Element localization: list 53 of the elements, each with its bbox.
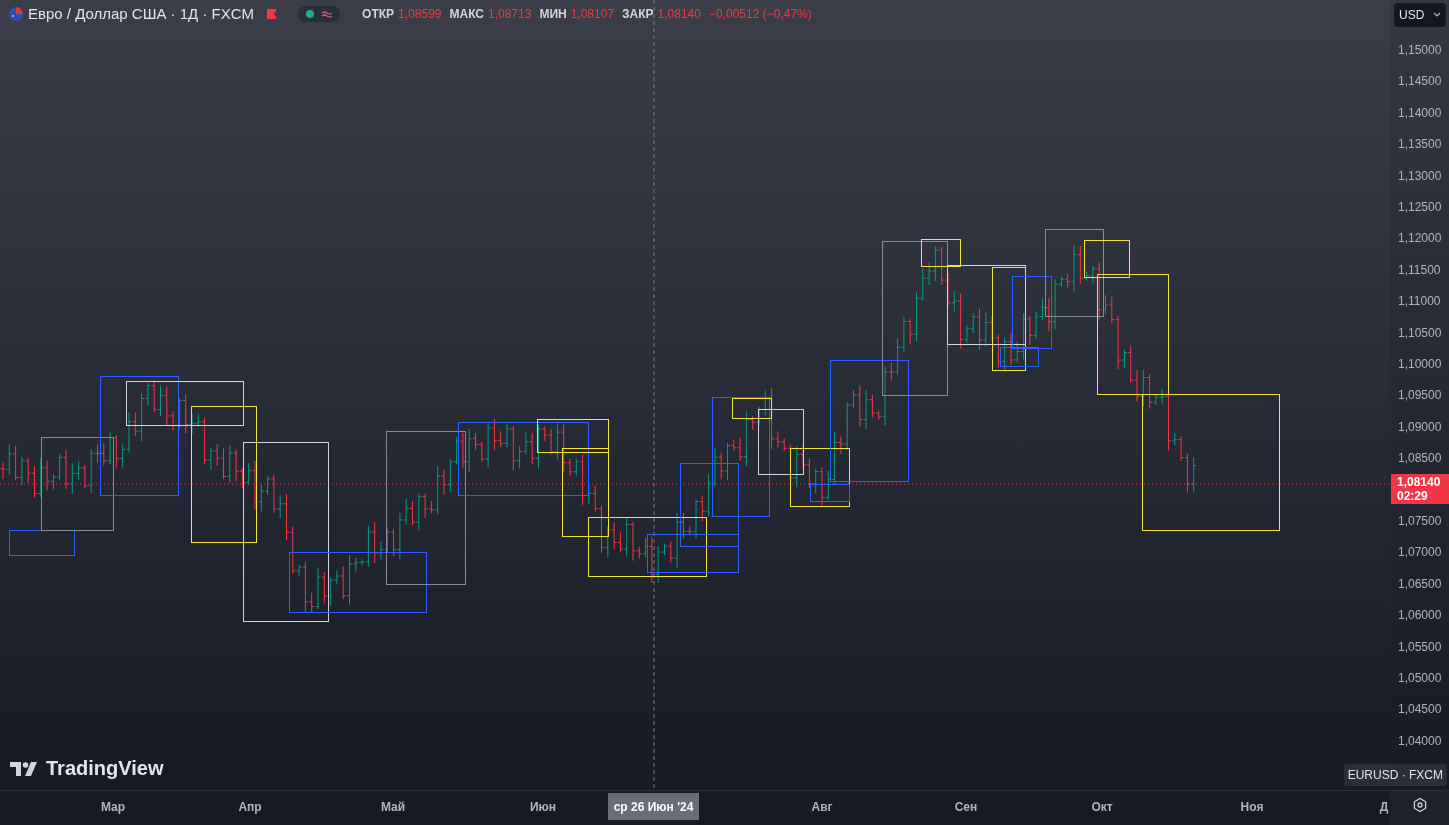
price-tick: 1,14000 <box>1398 105 1442 120</box>
wave-icon <box>321 8 334 19</box>
logo-icon <box>10 760 40 777</box>
price-tick: 1,08500 <box>1398 451 1442 466</box>
current-price: 1,08140 <box>1397 475 1442 489</box>
ohlc-label: МАКС <box>449 6 484 21</box>
ohlc-value: 1,08140 <box>657 6 701 21</box>
price-tick: 1,15000 <box>1398 43 1442 57</box>
price-tick: 1,05000 <box>1398 671 1442 685</box>
price-tick: 1,06000 <box>1398 608 1442 623</box>
logo-text: TradingView <box>46 757 164 780</box>
currency-dropdown[interactable]: USD <box>1394 3 1446 27</box>
ohlc-label: МИН <box>539 6 567 21</box>
time-label: Ноя <box>1240 800 1264 814</box>
time-label: Д <box>1379 800 1389 814</box>
crosshair-date-label: ср 26 Июн '24 <box>608 793 699 820</box>
settings-icon <box>1412 797 1428 813</box>
symbol-title[interactable]: Евро / Доллар США · 1Д · FXCM <box>28 5 255 22</box>
price-tick: 1,10500 <box>1398 325 1442 340</box>
price-tick: 1,07000 <box>1398 545 1442 560</box>
price-tick: 1,13500 <box>1398 137 1442 152</box>
price-tick: 1,04500 <box>1398 702 1442 717</box>
price-tick: 1,05500 <box>1398 639 1442 654</box>
price-tick: 1,11000 <box>1398 294 1441 309</box>
status-pill[interactable] <box>298 5 341 22</box>
time-label: Авг <box>811 800 833 814</box>
time-label: Окт <box>1091 800 1113 814</box>
time-label: Июн <box>529 800 557 814</box>
time-label: Май <box>380 800 406 814</box>
time-label: Апр <box>238 800 262 814</box>
price-tick: 1,04000 <box>1398 733 1442 748</box>
chevron-icon <box>1433 12 1441 18</box>
ohlc-value: 1,08713 <box>488 6 532 21</box>
price-tick: 1,07500 <box>1398 514 1442 528</box>
price-tick: 1,09500 <box>1398 388 1442 403</box>
price-tick: 1,12000 <box>1398 231 1442 246</box>
ohlc-value: 1,08107 <box>570 6 615 21</box>
price-tick: 1,12500 <box>1398 200 1442 214</box>
price-tick: 1,13000 <box>1398 168 1442 183</box>
status-dot-icon <box>305 8 316 19</box>
ohlc-label: ОТКР <box>362 6 395 21</box>
price-tick: 1,09000 <box>1398 419 1442 434</box>
price-tick: 1,06500 <box>1398 576 1442 591</box>
ohlc-label: ЗАКР <box>622 6 654 21</box>
price-tick: 1,10000 <box>1398 357 1442 371</box>
price-tick: 1,11500 <box>1398 262 1441 277</box>
symbol-tooltip: EURUSD · FXCM <box>1343 764 1447 786</box>
price-tick: 1,14500 <box>1398 74 1442 89</box>
price-change: −0,00512 (−0,47%) <box>709 6 812 21</box>
time-label: Мар <box>100 800 126 814</box>
time-label: Сен <box>954 800 978 814</box>
ohlc-value: 1,08599 <box>398 6 442 21</box>
bar-countdown: 02:29 <box>1397 489 1429 503</box>
